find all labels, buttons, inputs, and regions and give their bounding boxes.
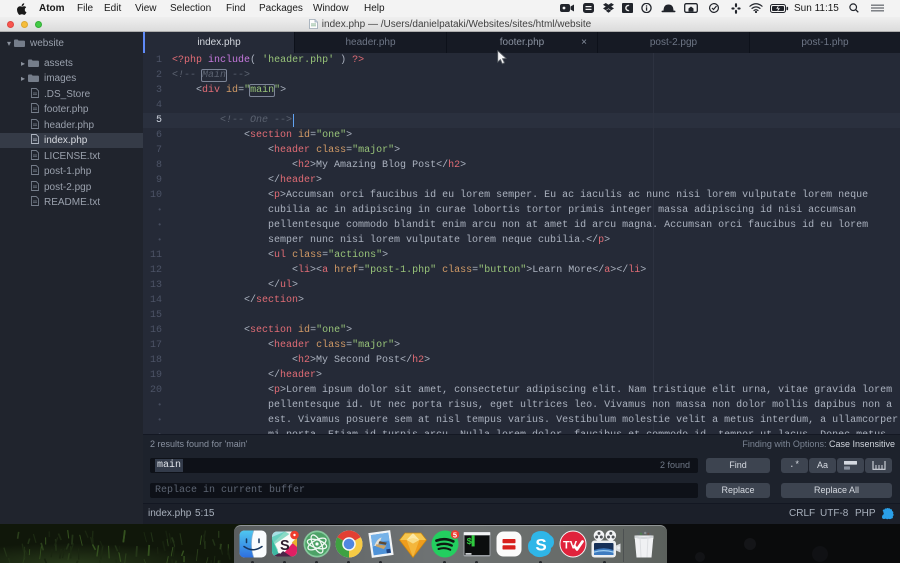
svg-text:S: S [280,538,290,554]
svg-text:5: 5 [453,530,457,539]
svg-text:S: S [535,536,546,555]
svg-text:$▍: $▍ [467,535,479,547]
